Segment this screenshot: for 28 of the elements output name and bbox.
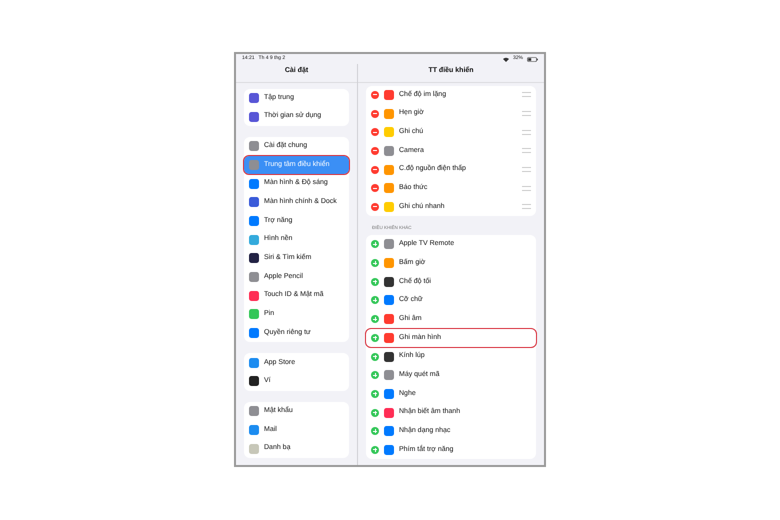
drag-handle-icon[interactable] (522, 167, 531, 172)
add-icon[interactable] (371, 408, 379, 417)
remove-icon[interactable] (371, 166, 379, 174)
add-icon[interactable] (371, 352, 379, 361)
add-icon[interactable] (371, 427, 379, 436)
drag-handle-icon[interactable] (522, 92, 531, 98)
add-icon[interactable] (371, 259, 379, 268)
remove-icon[interactable] (371, 128, 379, 136)
add-icon[interactable] (371, 334, 379, 342)
remove-icon[interactable] (371, 202, 379, 211)
drag-handle-icon[interactable] (522, 148, 531, 154)
battery-icon (527, 56, 538, 62)
remove-icon[interactable] (371, 110, 379, 118)
add-icon[interactable] (371, 371, 379, 380)
add-icon[interactable] (371, 240, 379, 248)
add-icon[interactable] (371, 315, 379, 324)
drag-handle-icon[interactable] (522, 204, 531, 210)
drag-handle-icon[interactable] (522, 186, 531, 191)
drag-handle-icon[interactable] (522, 130, 531, 135)
remove-icon[interactable] (371, 146, 379, 155)
wifi-icon (502, 56, 509, 62)
remove-icon[interactable] (371, 184, 379, 192)
drag-handle-icon[interactable] (522, 111, 531, 116)
add-icon[interactable] (371, 446, 379, 454)
remove-icon[interactable] (371, 90, 379, 99)
add-icon[interactable] (371, 390, 379, 398)
add-icon[interactable] (371, 296, 379, 304)
add-icon[interactable] (371, 278, 379, 286)
